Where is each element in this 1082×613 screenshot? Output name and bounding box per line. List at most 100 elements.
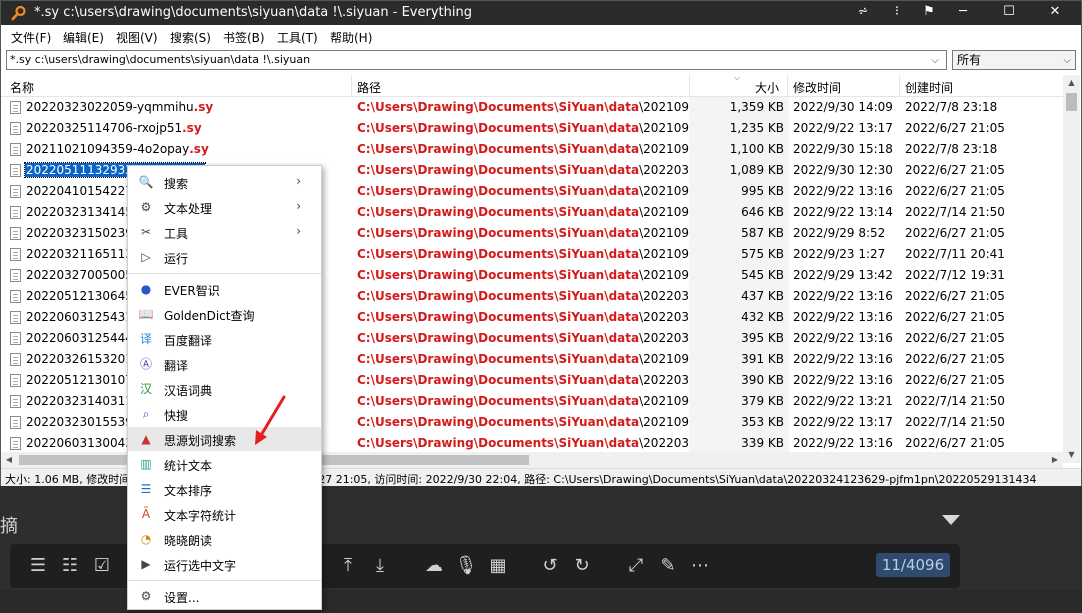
column-header-created[interactable]: 创建时间 xyxy=(905,79,953,96)
context-menu-item[interactable]: 🔍 搜索 › xyxy=(128,170,321,194)
column-header-name[interactable]: 名称 xyxy=(10,79,34,96)
chevron-down-icon[interactable]: ⌵ xyxy=(928,52,942,68)
row-modified: 2022/9/22 13:16 xyxy=(793,436,893,450)
title-bar[interactable]: *.sy c:\users\drawing\documents\siyuan\d… xyxy=(1,1,1081,25)
vertical-scrollbar[interactable]: ▲ ▼ xyxy=(1063,75,1080,463)
numbered-list-icon[interactable]: ☷ xyxy=(58,556,82,576)
context-menu-item[interactable]: ✂ 工具 › xyxy=(128,220,321,244)
context-menu-label: 思源划词搜索 xyxy=(164,434,237,448)
context-menu-item[interactable]: ⚙ 文本处理 › xyxy=(128,195,321,219)
scroll-right-icon[interactable]: ▶ xyxy=(1047,452,1063,468)
context-menu-label: 文本排序 xyxy=(164,484,213,498)
chevron-down-icon: ⌵ xyxy=(1063,55,1071,66)
context-menu-item[interactable]: 译百度翻译 xyxy=(128,327,321,351)
maximize-button[interactable]: ☐ xyxy=(989,1,1029,25)
file-icon xyxy=(10,248,21,261)
collapse-triangle-icon[interactable] xyxy=(942,515,960,525)
search-input[interactable]: *.sy c:\users\drawing\documents\siyuan\d… xyxy=(6,50,947,70)
undo-icon[interactable]: ↺ xyxy=(538,556,562,576)
file-icon xyxy=(10,164,21,177)
more-icon[interactable]: ⋯ xyxy=(688,556,712,576)
context-menu-label: 设置... xyxy=(164,591,200,605)
context-menu-item[interactable]: Ⓐ 翻译 xyxy=(128,352,321,376)
row-created: 2022/6/27 21:05 xyxy=(905,373,1005,387)
context-menu-item[interactable]: ◔ 晓晓朗读 xyxy=(128,527,321,551)
context-menu-item[interactable]: ▷ 运行 xyxy=(128,245,321,269)
upload-cloud-icon[interactable]: ☁ xyxy=(422,556,446,576)
fullscreen-icon[interactable]: ⤢ xyxy=(624,556,648,576)
row-size: 353 KB xyxy=(741,415,784,429)
row-created: 2022/6/27 21:05 xyxy=(905,436,1005,450)
context-menu-item[interactable]: ▥ 统计文本 xyxy=(128,452,321,476)
column-header-modified[interactable]: 修改时间 xyxy=(793,79,841,96)
book-icon: 📖 xyxy=(138,307,154,321)
column-divider[interactable] xyxy=(689,75,690,97)
checkbox-icon[interactable]: ☑ xyxy=(90,556,114,576)
row-modified: 2022/9/29 8:52 xyxy=(793,226,886,240)
context-menu-item[interactable]: Ā 文本字符统计 xyxy=(128,502,321,526)
context-menu-item[interactable]: 📖 GoldenDict查询 xyxy=(128,302,321,326)
column-header-size[interactable]: 大小 xyxy=(755,79,779,96)
context-menu-item[interactable]: ⚙ 设置... xyxy=(128,584,321,608)
align-top-icon[interactable]: ⤒ xyxy=(336,556,360,576)
column-divider[interactable] xyxy=(899,75,900,97)
magnifier-app-icon xyxy=(11,5,26,21)
table-row[interactable]: 20211021094359-4o2opay.sy C:\Users\Drawin… xyxy=(1,139,1063,160)
column-divider[interactable] xyxy=(351,75,352,97)
context-menu-item[interactable]: ▶ 运行选中文字 xyxy=(128,552,321,576)
context-menu-label: 百度翻译 xyxy=(164,334,213,348)
row-path: C:\Users\Drawing\Documents\SiYuan\data\2… xyxy=(357,100,689,114)
row-modified: 2022/9/29 13:42 xyxy=(793,268,893,282)
annotation-arrow-icon xyxy=(255,395,286,445)
minimize-button[interactable]: ─ xyxy=(943,1,983,25)
row-modified: 2022/9/30 14:09 xyxy=(793,100,893,114)
menu-help[interactable]: 帮助(H) xyxy=(330,29,372,46)
scroll-left-icon[interactable]: ◀ xyxy=(1,452,17,468)
context-menu-item[interactable]: ▲ 思源划词搜索 xyxy=(128,427,321,451)
menu-file[interactable]: 文件(F) xyxy=(11,29,51,46)
redo-icon[interactable]: ↻ xyxy=(570,556,594,576)
row-created: 2022/7/14 21:50 xyxy=(905,205,1005,219)
scroll-down-icon[interactable]: ▼ xyxy=(1063,447,1080,463)
menu-separator xyxy=(128,580,321,581)
row-path: C:\Users\Drawing\Documents\SiYuan\data\2… xyxy=(357,184,689,198)
context-menu-item[interactable]: ● EVER智识 xyxy=(128,277,321,301)
table-row[interactable]: 20220325114706-rxojp51.sy C:\Users\Drawin… xyxy=(1,118,1063,139)
context-menu-item[interactable]: ☰ 文本排序 xyxy=(128,477,321,501)
context-menu-label: 工具 xyxy=(164,227,189,241)
menu-search[interactable]: 搜索(S) xyxy=(170,29,211,46)
table-icon[interactable]: ▦ xyxy=(486,556,510,576)
menu-tools[interactable]: 工具(T) xyxy=(277,29,318,46)
row-created: 2022/6/27 21:05 xyxy=(905,289,1005,303)
settings-icon: ⚙ xyxy=(140,589,152,603)
edit-icon[interactable]: ✎ xyxy=(656,556,680,576)
file-icon xyxy=(10,269,21,282)
column-divider[interactable] xyxy=(787,75,788,97)
context-menu-label: 快搜 xyxy=(164,409,189,423)
row-path: C:\Users\Drawing\Documents\SiYuan\data\2… xyxy=(357,163,689,177)
menu-edit[interactable]: 编辑(E) xyxy=(63,29,104,46)
quick-search-icon: ⌕ xyxy=(142,407,150,421)
menu-bookmarks[interactable]: 书签(B) xyxy=(223,29,265,46)
table-row[interactable]: 20220323022059-yqmmihu.sy C:\Users\Drawin… xyxy=(1,97,1063,118)
column-header-path[interactable]: 路径 xyxy=(357,79,381,96)
row-created: 2022/6/27 21:05 xyxy=(905,121,1005,135)
context-menu-item[interactable]: ⌕ 快搜 xyxy=(128,402,321,426)
menu-view[interactable]: 视图(V) xyxy=(116,29,158,46)
row-path: C:\Users\Drawing\Documents\SiYuan\data\2… xyxy=(357,373,689,387)
scroll-thumb[interactable] xyxy=(1066,93,1077,111)
bullet-list-icon[interactable]: ☰ xyxy=(26,556,50,576)
row-modified: 2022/9/30 12:30 xyxy=(793,163,893,177)
scroll-up-icon[interactable]: ▲ xyxy=(1063,75,1080,91)
read-aloud-icon: ◔ xyxy=(140,532,152,546)
context-menu-item[interactable]: 汉汉语词典 xyxy=(128,377,321,401)
filter-select[interactable]: 所有 ⌵ xyxy=(952,50,1076,70)
context-menu-label: 运行 xyxy=(164,252,189,266)
context-menu-label: EVER智识 xyxy=(164,284,220,298)
align-bottom-icon[interactable]: ⤓ xyxy=(368,556,392,576)
chevron-right-icon: › xyxy=(296,174,301,188)
row-size: 1,359 KB xyxy=(729,100,784,114)
close-button[interactable]: ✕ xyxy=(1035,1,1075,25)
search-row: *.sy c:\users\drawing\documents\siyuan\d… xyxy=(1,48,1081,72)
microphone-icon[interactable]: 🎙 xyxy=(454,556,478,576)
